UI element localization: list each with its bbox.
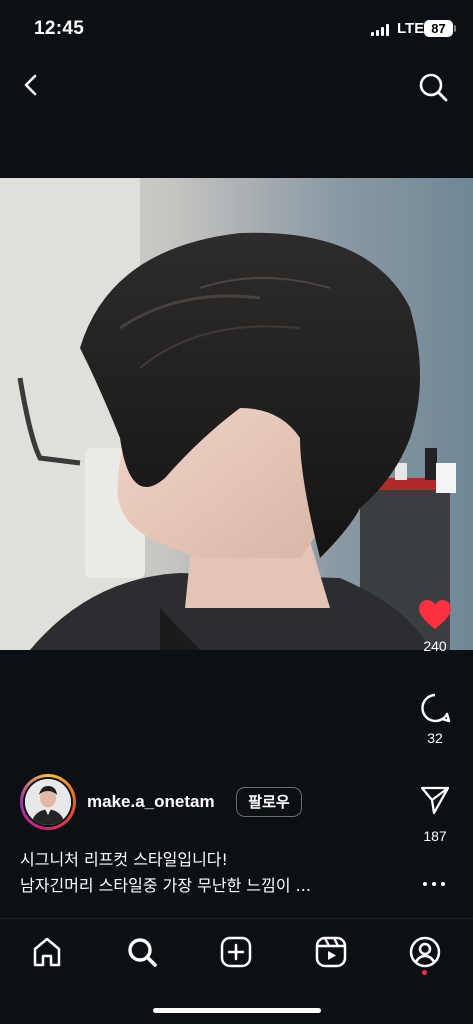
search-icon xyxy=(419,73,448,102)
search-icon xyxy=(128,938,157,967)
network-label: LTE xyxy=(397,20,425,37)
create-icon xyxy=(220,936,252,968)
post-media[interactable] xyxy=(0,178,473,650)
tab-profile[interactable] xyxy=(408,935,442,969)
comment-icon xyxy=(421,693,451,723)
tab-search[interactable] xyxy=(125,935,159,969)
profile-icon xyxy=(409,936,441,968)
home-indicator xyxy=(153,1008,321,1013)
status-time: 12:45 xyxy=(34,18,85,39)
comment-button[interactable]: 32 xyxy=(410,692,460,746)
battery-icon: 87 xyxy=(424,20,456,37)
reels-icon xyxy=(315,936,347,968)
notification-dot xyxy=(422,970,427,975)
share-button[interactable]: 187 xyxy=(410,784,460,844)
search-button[interactable] xyxy=(416,70,450,104)
more-options-button[interactable] xyxy=(423,882,445,890)
post-photo xyxy=(0,178,473,650)
caption-line-2[interactable]: 남자긴머리 스타일중 가장 무난한 느낌이 ... xyxy=(20,872,311,896)
like-button[interactable]: 240 xyxy=(410,598,460,654)
home-icon xyxy=(33,937,61,967)
tab-home[interactable] xyxy=(30,935,64,969)
caption-line-1[interactable]: 시그니처 리프컷 스타일입니다! xyxy=(20,846,228,870)
tab-reels[interactable] xyxy=(314,935,348,969)
avatar xyxy=(25,779,71,825)
send-icon xyxy=(420,786,450,815)
back-button[interactable] xyxy=(16,70,46,100)
tab-create[interactable] xyxy=(219,935,253,969)
comment-count: 32 xyxy=(427,730,443,746)
signal-icon xyxy=(371,24,389,36)
author-avatar[interactable] xyxy=(20,774,76,830)
chevron-left-icon xyxy=(24,74,37,96)
status-bar: 12:45 LTE 87 xyxy=(0,0,473,58)
heart-icon xyxy=(419,600,451,629)
share-count: 187 xyxy=(423,828,447,844)
follow-button[interactable]: 팔로우 xyxy=(236,787,302,817)
author-username[interactable]: make.a_onetam xyxy=(87,792,215,812)
like-count: 240 xyxy=(423,638,447,654)
